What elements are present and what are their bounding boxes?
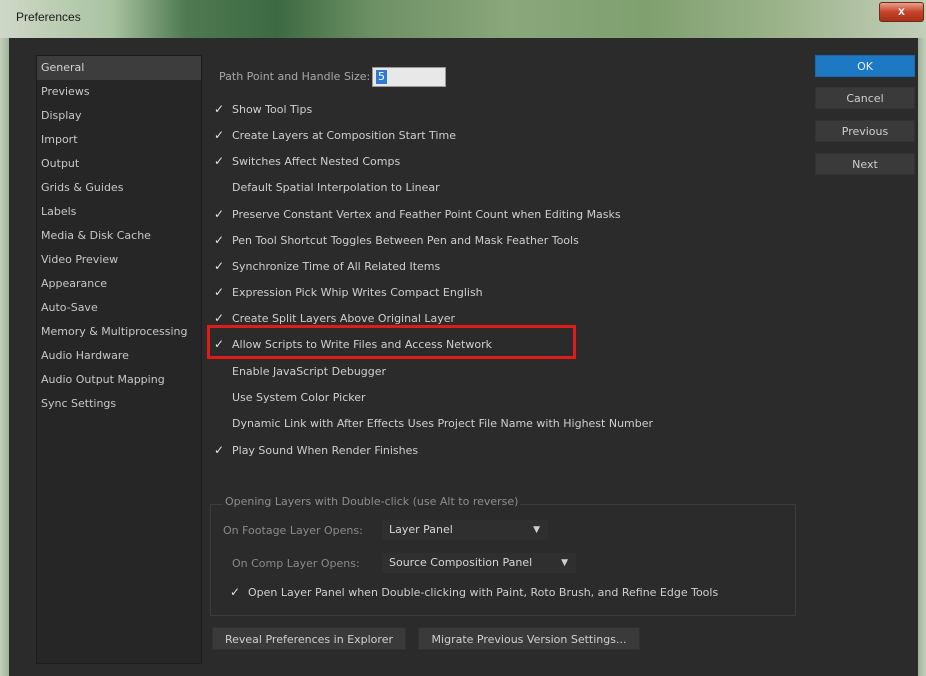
- checkmark-icon: ✓: [214, 387, 232, 407]
- next-button[interactable]: Next: [815, 153, 915, 175]
- switches-nested-comps-checkbox[interactable]: ✓ Switches Affect Nested Comps: [214, 151, 400, 171]
- migrate-settings-button[interactable]: Migrate Previous Version Settings...: [418, 627, 640, 650]
- reveal-preferences-button[interactable]: Reveal Preferences in Explorer: [212, 627, 406, 650]
- dynamic-link-highest-label: Dynamic Link with After Effects Uses Pro…: [232, 417, 654, 430]
- enable-js-debugger-checkbox[interactable]: ✓Enable JavaScript Debugger: [214, 361, 386, 381]
- show-tool-tips-checkbox[interactable]: ✓ Show Tool Tips: [214, 99, 312, 119]
- sidebar-item-display[interactable]: Display: [37, 104, 201, 128]
- switches-nested-comps-label: Switches Affect Nested Comps: [232, 155, 401, 168]
- footage-layer-value: Layer Panel: [389, 523, 453, 536]
- show-tool-tips-label: Show Tool Tips: [232, 103, 313, 116]
- use-system-color-picker-label: Use System Color Picker: [232, 391, 366, 404]
- play-sound-render-label: Play Sound When Render Finishes: [232, 444, 419, 457]
- checkmark-icon: ✓: [230, 585, 241, 599]
- window-title: Preferences: [16, 10, 81, 24]
- preserve-vertex-count-label: Preserve Constant Vertex and Feather Poi…: [232, 208, 621, 221]
- cancel-button[interactable]: Cancel: [815, 87, 915, 109]
- checkmark-icon: ✓: [214, 259, 225, 273]
- title-bar: Preferences x: [0, 0, 926, 38]
- sidebar-item-appearance[interactable]: Appearance: [37, 272, 201, 296]
- highlight-box: [207, 325, 576, 359]
- comp-layer-label: On Comp Layer Opens:: [232, 557, 360, 570]
- use-system-color-picker-checkbox[interactable]: ✓Use System Color Picker: [214, 387, 366, 407]
- footage-layer-label: On Footage Layer Opens:: [223, 524, 363, 537]
- synchronize-time-label: Synchronize Time of All Related Items: [232, 260, 441, 273]
- sidebar-item-video-preview[interactable]: Video Preview: [37, 248, 201, 272]
- checkmark-icon: ✓: [214, 154, 225, 168]
- pen-tool-shortcut-label: Pen Tool Shortcut Toggles Between Pen an…: [232, 234, 579, 247]
- double-click-group-label: Opening Layers with Double-click (use Al…: [223, 495, 521, 508]
- sidebar-item-media-disk-cache[interactable]: Media & Disk Cache: [37, 224, 201, 248]
- checkmark-icon: ✓: [214, 102, 225, 116]
- footage-layer-dropdown[interactable]: Layer Panel ▼: [382, 520, 548, 540]
- open-layer-panel-label: Open Layer Panel when Double-clicking wi…: [248, 586, 719, 599]
- window-frame-right: [918, 38, 926, 676]
- pen-tool-shortcut-checkbox[interactable]: ✓ Pen Tool Shortcut Toggles Between Pen a…: [214, 230, 579, 250]
- checkmark-icon: ✓: [214, 177, 232, 197]
- sidebar-item-previews[interactable]: Previews: [37, 80, 201, 104]
- category-sidebar: General Previews Display Import Output G…: [36, 55, 202, 664]
- preserve-vertex-count-checkbox[interactable]: ✓ Preserve Constant Vertex and Feather Po…: [214, 204, 621, 224]
- expression-pick-whip-label: Expression Pick Whip Writes Compact Engl…: [232, 286, 483, 299]
- checkmark-icon: ✓: [214, 413, 232, 433]
- create-layers-start-time-label: Create Layers at Composition Start Time: [232, 129, 456, 142]
- chevron-down-icon: ▼: [533, 525, 540, 535]
- checkmark-icon: ✓: [214, 361, 232, 381]
- ok-button[interactable]: OK: [815, 55, 915, 77]
- path-point-size-input[interactable]: 5: [372, 67, 446, 87]
- sidebar-item-labels[interactable]: Labels: [37, 200, 201, 224]
- path-point-size-value: 5: [376, 70, 387, 84]
- play-sound-render-checkbox[interactable]: ✓ Play Sound When Render Finishes: [214, 440, 418, 460]
- chevron-down-icon: ▼: [561, 558, 568, 568]
- previous-button[interactable]: Previous: [815, 120, 915, 142]
- enable-js-debugger-label: Enable JavaScript Debugger: [232, 365, 387, 378]
- checkmark-icon: ✓: [214, 128, 225, 142]
- synchronize-time-checkbox[interactable]: ✓ Synchronize Time of All Related Items: [214, 256, 440, 276]
- create-split-layers-label: Create Split Layers Above Original Layer: [232, 312, 456, 325]
- checkmark-icon: ✓: [214, 233, 225, 247]
- default-spatial-linear-checkbox[interactable]: ✓Default Spatial Interpolation to Linear: [214, 177, 440, 197]
- sidebar-item-grids-guides[interactable]: Grids & Guides: [37, 176, 201, 200]
- dynamic-link-highest-checkbox[interactable]: ✓Dynamic Link with After Effects Uses Pr…: [214, 413, 653, 433]
- expression-pick-whip-checkbox[interactable]: ✓ Expression Pick Whip Writes Compact Eng…: [214, 282, 483, 302]
- open-layer-panel-checkbox[interactable]: ✓ Open Layer Panel when Double-clicking w…: [230, 582, 718, 602]
- sidebar-item-output[interactable]: Output: [37, 152, 201, 176]
- checkmark-icon: ✓: [214, 285, 225, 299]
- comp-layer-value: Source Composition Panel: [389, 556, 533, 569]
- path-point-size-label: Path Point and Handle Size:: [219, 70, 371, 83]
- checkmark-icon: ✓: [214, 207, 225, 221]
- sidebar-item-audio-output-mapping[interactable]: Audio Output Mapping: [37, 368, 201, 392]
- sidebar-item-import[interactable]: Import: [37, 128, 201, 152]
- create-layers-start-time-checkbox[interactable]: ✓ Create Layers at Composition Start Time: [214, 125, 456, 145]
- window-frame-left: [0, 38, 9, 676]
- checkmark-icon: ✓: [214, 443, 225, 457]
- sidebar-item-memory-multiprocessing[interactable]: Memory & Multiprocessing: [37, 320, 201, 344]
- sidebar-item-general[interactable]: General: [37, 56, 201, 80]
- default-spatial-linear-label: Default Spatial Interpolation to Linear: [232, 181, 440, 194]
- sidebar-item-sync-settings[interactable]: Sync Settings: [37, 392, 201, 416]
- comp-layer-dropdown[interactable]: Source Composition Panel ▼: [382, 553, 576, 573]
- close-icon[interactable]: x: [879, 2, 924, 22]
- sidebar-item-auto-save[interactable]: Auto-Save: [37, 296, 201, 320]
- sidebar-item-audio-hardware[interactable]: Audio Hardware: [37, 344, 201, 368]
